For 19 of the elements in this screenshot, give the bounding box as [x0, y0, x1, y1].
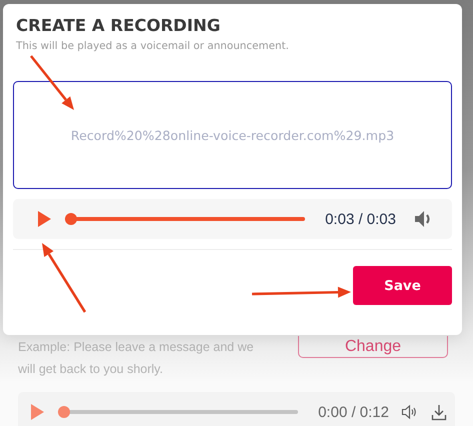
- annotation-arrow: [42, 243, 86, 313]
- play-icon[interactable]: [35, 210, 53, 228]
- example-text: Example: Please leave a message and we will get back to you shorly.: [18, 339, 255, 378]
- play-icon[interactable]: [28, 403, 46, 421]
- file-drop-area[interactable]: Record%20%28online-voice-recorder.com%29.mp3: [13, 81, 452, 189]
- annotation-arrow: [30, 55, 74, 110]
- time-readout: 0:00 / 0:12: [318, 404, 389, 420]
- progress-thumb[interactable]: [65, 213, 77, 225]
- progress-track[interactable]: [58, 406, 298, 418]
- dialog-subtitle: This will be played as a voicemail or announcement.: [16, 40, 290, 52]
- volume-icon[interactable]: [401, 404, 417, 420]
- save-button[interactable]: Save: [353, 266, 452, 305]
- progress-thumb[interactable]: [58, 406, 70, 418]
- dialog-title: CREATE A RECORDING: [16, 16, 222, 35]
- time-readout: 0:03 / 0:03: [325, 210, 396, 228]
- change-button[interactable]: Change: [298, 336, 448, 358]
- progress-track[interactable]: [65, 213, 306, 225]
- file-name: Record%20%28online-voice-recorder.com%29.mp3: [70, 128, 394, 142]
- download-icon[interactable]: [431, 404, 447, 420]
